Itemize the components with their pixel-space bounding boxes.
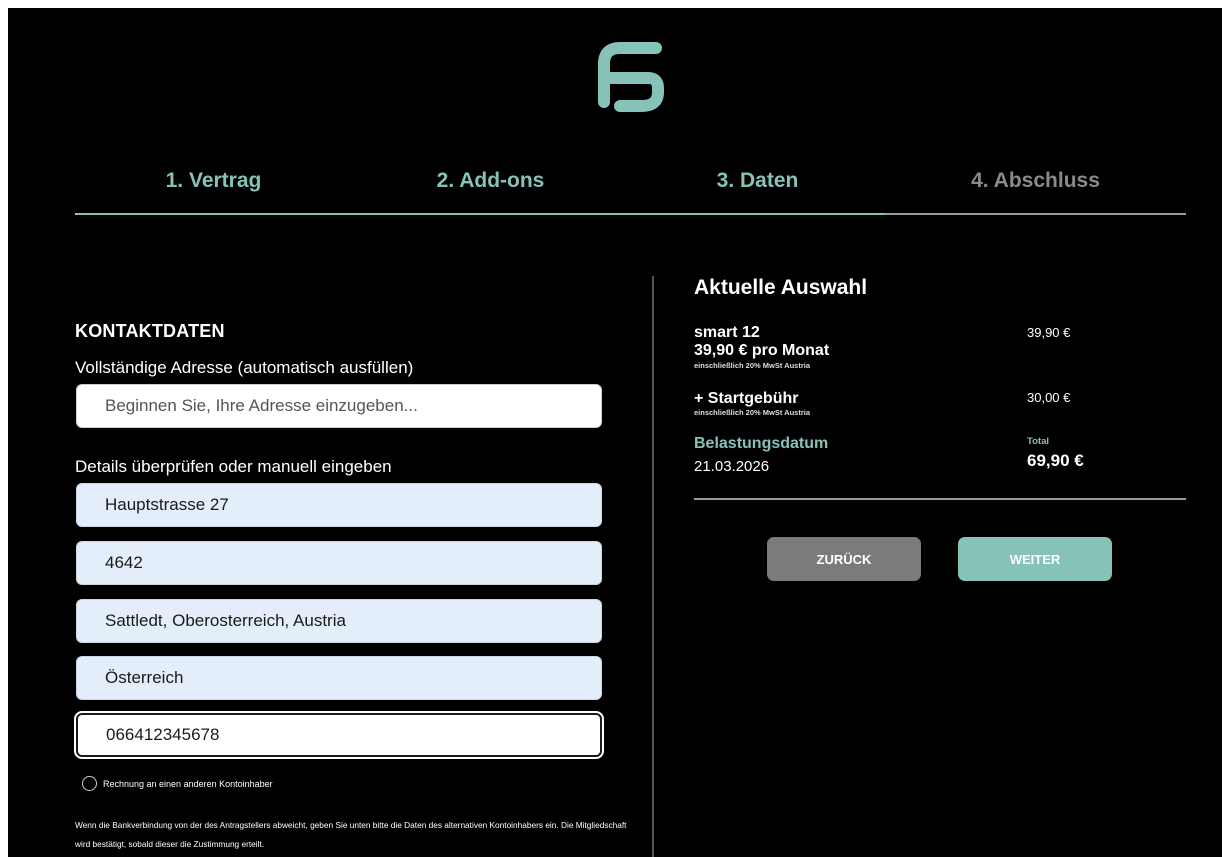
plan-monthly-price: 39,90 € pro Monat xyxy=(694,342,830,359)
other-holder-option[interactable]: Rechnung an einen anderen Kontoinhaber xyxy=(82,776,273,791)
checkout-page: 1. Vertrag 2. Add-ons 3. Daten 4. Abschl… xyxy=(8,8,1222,857)
summary-title: Aktuelle Auswahl xyxy=(694,276,868,299)
bank-holder-note: Wenn die Bankverbindung von der des Antr… xyxy=(75,820,627,849)
step-vertrag[interactable]: 1. Vertrag xyxy=(75,166,352,196)
start-fee-tax-note: einschließlich 20% MwSt Austria xyxy=(694,408,811,417)
progress-fill xyxy=(75,213,885,215)
total-value: 69,90 € xyxy=(1027,451,1084,470)
plan-tax-note: einschließlich 20% MwSt Austria xyxy=(694,361,811,370)
city-input[interactable] xyxy=(76,599,602,643)
brand-logo-icon xyxy=(598,42,664,112)
total-label: Total xyxy=(1027,436,1049,447)
plan-price: 39,90 € xyxy=(1027,325,1071,340)
plan-name: smart 12 xyxy=(694,324,760,341)
address-autofill-input[interactable] xyxy=(76,384,602,428)
progress-steps: 1. Vertrag 2. Add-ons 3. Daten 4. Abschl… xyxy=(75,166,1186,216)
country-input[interactable] xyxy=(76,656,602,700)
summary-divider xyxy=(694,498,1186,500)
contact-section-title: KONTAKTDATEN xyxy=(75,321,225,341)
next-button[interactable]: WEITER xyxy=(958,537,1112,581)
step-daten[interactable]: 3. Daten xyxy=(619,166,896,196)
other-holder-label: Rechnung an einen anderen Kontoinhaber xyxy=(103,778,273,789)
autofill-label: Vollständige Adresse (automatisch ausfül… xyxy=(75,358,414,377)
zip-input[interactable] xyxy=(76,541,602,585)
other-holder-radio[interactable] xyxy=(82,776,97,791)
start-fee-price: 30,00 € xyxy=(1027,390,1071,405)
back-button[interactable]: ZURÜCK xyxy=(767,537,921,581)
step-abschluss: 4. Abschluss xyxy=(971,169,1100,192)
column-divider xyxy=(652,276,654,857)
step-add-ons[interactable]: 2. Add-ons xyxy=(352,166,629,196)
debit-date-value: 21.03.2026 xyxy=(694,458,770,475)
debit-date-label: Belastungsdatum xyxy=(694,435,829,452)
start-fee-name: + Startgebühr xyxy=(694,390,799,407)
phone-input[interactable] xyxy=(76,713,602,757)
manual-entry-label: Details überprüfen oder manuell eingeben xyxy=(75,457,392,476)
street-input[interactable] xyxy=(76,483,602,527)
